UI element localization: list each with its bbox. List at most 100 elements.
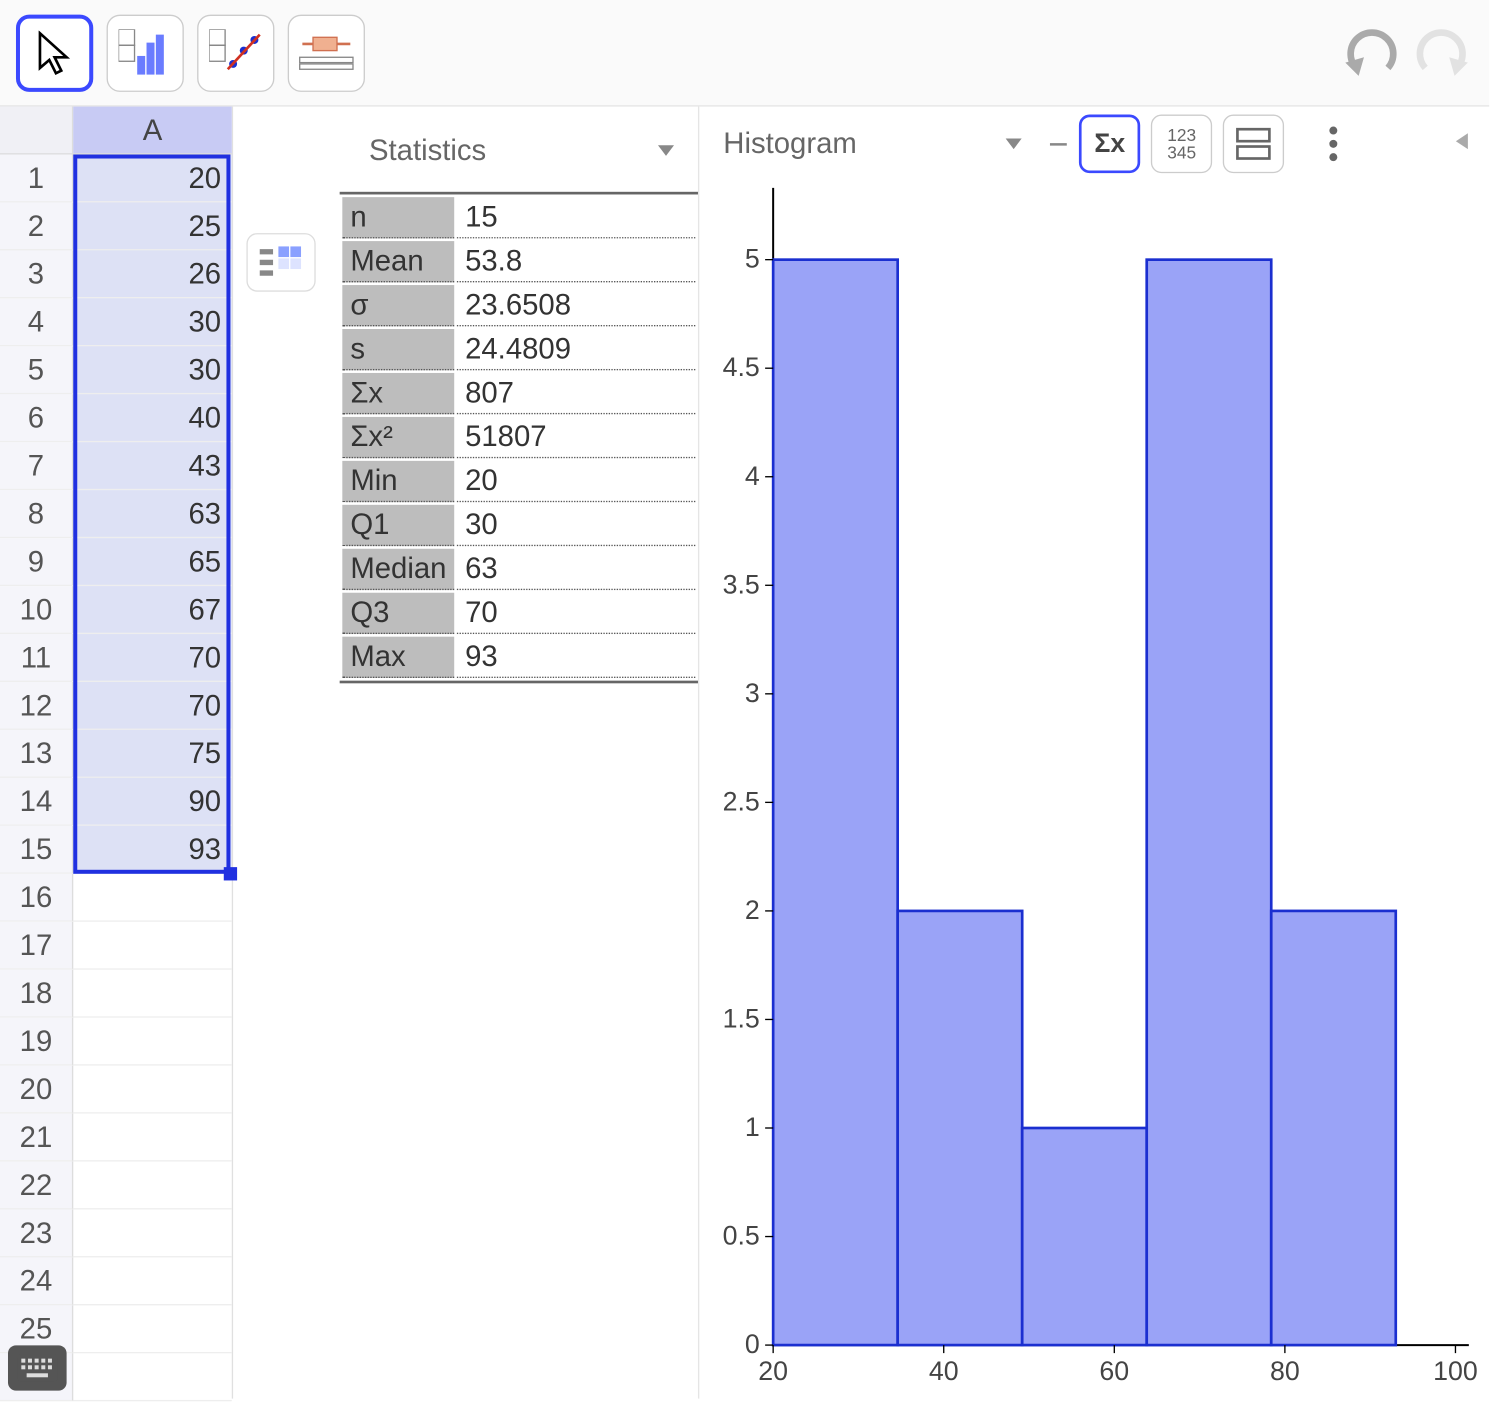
statistics-dropdown-label: Statistics — [369, 133, 486, 168]
cell-A11[interactable]: 70 — [73, 634, 232, 682]
tool-cursor-button[interactable] — [16, 14, 93, 91]
cell-A19[interactable] — [73, 1018, 232, 1066]
layout-icon — [1235, 127, 1272, 162]
cell-A25[interactable] — [73, 1305, 232, 1353]
row-number[interactable]: 3 — [0, 250, 73, 298]
stat-key: Mean — [342, 241, 454, 282]
cell-A23[interactable] — [73, 1209, 232, 1257]
table-row: 23 — [0, 1209, 232, 1257]
stat-key: n — [342, 197, 454, 238]
stat-key: Q3 — [342, 593, 454, 634]
row-number[interactable]: 1 — [0, 155, 73, 203]
row-number[interactable]: 18 — [0, 970, 73, 1018]
x-tick-label: 80 — [1270, 1356, 1300, 1386]
row-number[interactable]: 19 — [0, 1018, 73, 1066]
row-number[interactable]: 6 — [0, 394, 73, 442]
stat-value: 70 — [457, 593, 695, 634]
selection-handle[interactable] — [224, 867, 237, 880]
cell-A6[interactable]: 40 — [73, 394, 232, 442]
y-tick-label: 4.5 — [723, 352, 760, 382]
collapse-panel-button[interactable] — [1456, 132, 1481, 156]
cell-A8[interactable]: 63 — [73, 490, 232, 538]
cell-A16[interactable] — [73, 874, 232, 922]
cell-A1[interactable]: 20 — [73, 155, 232, 203]
row-number[interactable]: 16 — [0, 874, 73, 922]
row-number[interactable]: 13 — [0, 730, 73, 778]
cell-A20[interactable] — [73, 1066, 232, 1114]
histogram-bar[interactable] — [1147, 260, 1272, 1345]
row-number[interactable]: 21 — [0, 1114, 73, 1162]
stat-key: Median — [342, 549, 454, 590]
chart-type-dropdown[interactable]: Histogram — [707, 115, 1037, 174]
cell-A17[interactable] — [73, 922, 232, 970]
redo-button[interactable] — [1415, 27, 1474, 78]
histogram-bar[interactable] — [1022, 1128, 1147, 1345]
show-data-source-button[interactable] — [246, 233, 315, 292]
virtual-keyboard-button[interactable] — [8, 1345, 67, 1390]
tool-twovar-button[interactable] — [197, 14, 274, 91]
cell-A5[interactable]: 30 — [73, 346, 232, 394]
chart-panel: Histogram − Σx 123 345 — [699, 107, 1489, 1399]
cell-A18[interactable] — [73, 970, 232, 1018]
tool-onevar-button[interactable] — [107, 14, 184, 91]
row-number[interactable]: 23 — [0, 1209, 73, 1257]
cell-A15[interactable]: 93 — [73, 826, 232, 874]
cell-A22[interactable] — [73, 1162, 232, 1210]
more-options-button[interactable] — [1303, 115, 1364, 174]
statistics-dropdown[interactable]: Statistics — [356, 123, 688, 179]
row-number[interactable]: 22 — [0, 1162, 73, 1210]
chevron-left-icon — [1456, 133, 1468, 149]
tool-multivar-button[interactable] — [288, 14, 365, 91]
cell-A12[interactable]: 70 — [73, 682, 232, 730]
x-tick-label: 60 — [1099, 1356, 1129, 1386]
cell-A10[interactable]: 67 — [73, 586, 232, 634]
table-row: 640 — [0, 394, 232, 442]
spreadsheet[interactable]: A 12022532643053064074386396510671170127… — [0, 107, 233, 1399]
row-number[interactable]: 12 — [0, 682, 73, 730]
dash-icon: − — [1048, 123, 1068, 164]
cell-A14[interactable]: 90 — [73, 778, 232, 826]
table-row: 965 — [0, 538, 232, 586]
stat-key: σ — [342, 285, 454, 326]
histogram-bar[interactable] — [1271, 911, 1396, 1345]
row-number[interactable]: 9 — [0, 538, 73, 586]
cell-A7[interactable]: 43 — [73, 442, 232, 490]
histogram-bar[interactable] — [773, 260, 898, 1345]
statistics-panel: Statistics n15Mean53.8σ23.6508s24.4809Σx… — [340, 107, 700, 1399]
cell-A4[interactable]: 30 — [73, 298, 232, 346]
row-number[interactable]: 14 — [0, 778, 73, 826]
cell-A21[interactable] — [73, 1114, 232, 1162]
show-statistics-button[interactable]: Σx — [1079, 115, 1140, 174]
row-number[interactable]: 17 — [0, 922, 73, 970]
histogram-bar[interactable] — [898, 911, 1023, 1345]
y-tick-label: 1 — [745, 1112, 760, 1142]
row-number[interactable]: 7 — [0, 442, 73, 490]
histogram-chart[interactable]: 2040608010000.511.522.533.544.55 — [699, 181, 1489, 1398]
cell-A26[interactable] — [73, 1353, 232, 1401]
y-tick-label: 3.5 — [723, 569, 760, 599]
cell-A13[interactable]: 75 — [73, 730, 232, 778]
row-number[interactable]: 5 — [0, 346, 73, 394]
y-tick-label: 1.5 — [723, 1003, 760, 1033]
row-number[interactable]: 8 — [0, 490, 73, 538]
chevron-down-icon — [1006, 139, 1022, 150]
row-number[interactable]: 20 — [0, 1066, 73, 1114]
row-number[interactable]: 2 — [0, 202, 73, 250]
undo-button[interactable] — [1340, 27, 1399, 78]
row-number[interactable]: 10 — [0, 586, 73, 634]
row-number[interactable]: 24 — [0, 1257, 73, 1305]
cell-A2[interactable]: 25 — [73, 202, 232, 250]
row-number[interactable]: 4 — [0, 298, 73, 346]
stat-value: 63 — [457, 549, 695, 590]
row-number[interactable]: 15 — [0, 826, 73, 874]
row-number[interactable]: 11 — [0, 634, 73, 682]
layout-button[interactable] — [1223, 115, 1284, 174]
cell-A3[interactable]: 26 — [73, 250, 232, 298]
rowcol-corner[interactable] — [0, 107, 73, 155]
show-data-button[interactable]: 123 345 — [1151, 115, 1212, 174]
chart-type-label: Histogram — [723, 127, 857, 162]
cell-A24[interactable] — [73, 1257, 232, 1305]
x-tick-label: 40 — [929, 1356, 959, 1386]
cell-A9[interactable]: 65 — [73, 538, 232, 586]
column-header-A[interactable]: A — [73, 107, 232, 155]
